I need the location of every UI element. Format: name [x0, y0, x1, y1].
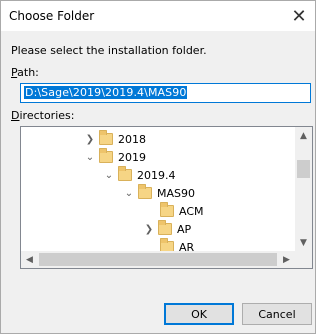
tree-item-2019[interactable]: ⌄ 2019 [83, 148, 146, 166]
cancel-button[interactable]: Cancel [242, 303, 312, 325]
path-input-value: D:\Sage\2019\2019.4\MAS90 [24, 86, 188, 99]
folder-icon [118, 166, 132, 181]
title-bar: Choose Folder ✕ [1, 1, 315, 31]
tree-item-ap[interactable]: ❯ AP [142, 220, 191, 238]
directory-tree[interactable]: ❯ 2018 ⌄ 2019 ⌄ 2019.4 ⌄ MAS90 ACM ❯ AP [20, 126, 313, 269]
vertical-scroll-thumb[interactable] [297, 160, 310, 178]
tree-item-label: AP [177, 222, 192, 236]
close-icon[interactable]: ✕ [283, 1, 315, 31]
tree-item-2018[interactable]: ❯ 2018 [83, 130, 146, 148]
folder-icon [99, 148, 113, 163]
tree-item-label: 2019.4 [137, 168, 176, 182]
tree-item-label: 2018 [118, 132, 146, 146]
tree-item-acm[interactable]: ACM [158, 202, 204, 220]
folder-icon [138, 184, 152, 199]
folder-icon [99, 130, 113, 145]
path-label-rest: ath: [17, 66, 39, 79]
path-input[interactable]: D:\Sage\2019\2019.4\MAS90 [20, 83, 311, 103]
horizontal-scrollbar[interactable]: ◀ ▶ [21, 251, 295, 268]
scroll-up-icon[interactable]: ▲ [295, 127, 312, 144]
horizontal-scroll-thumb[interactable] [39, 253, 277, 266]
directories-label-rest: irectories: [19, 109, 75, 122]
scroll-down-icon[interactable]: ▼ [295, 234, 312, 251]
chevron-right-icon[interactable]: ❯ [83, 134, 97, 145]
chevron-down-icon[interactable]: ⌄ [102, 170, 116, 181]
directories-label: Directories: [11, 109, 74, 122]
folder-icon [160, 202, 174, 217]
tree-item-label: ACM [179, 204, 204, 218]
path-label: Path: [11, 66, 39, 79]
dialog-title: Choose Folder [9, 9, 95, 23]
tree-item-label: 2019 [118, 150, 146, 164]
chevron-down-icon[interactable]: ⌄ [122, 188, 136, 199]
scroll-left-icon[interactable]: ◀ [21, 251, 38, 268]
tree-item-label: MAS90 [157, 186, 195, 200]
tree-item-2019-4[interactable]: ⌄ 2019.4 [102, 166, 176, 184]
choose-folder-dialog: Choose Folder ✕ Please select the instal… [0, 0, 316, 334]
chevron-down-icon[interactable]: ⌄ [83, 152, 97, 163]
vertical-scrollbar[interactable]: ▲ ▼ [295, 127, 312, 251]
ok-button[interactable]: OK [164, 303, 234, 325]
folder-icon [158, 220, 172, 235]
instruction-text: Please select the installation folder. [11, 44, 207, 57]
scrollbar-corner [295, 251, 312, 268]
tree-item-mas90[interactable]: ⌄ MAS90 [122, 184, 195, 202]
scroll-right-icon[interactable]: ▶ [278, 251, 295, 268]
chevron-right-icon[interactable]: ❯ [142, 224, 156, 235]
